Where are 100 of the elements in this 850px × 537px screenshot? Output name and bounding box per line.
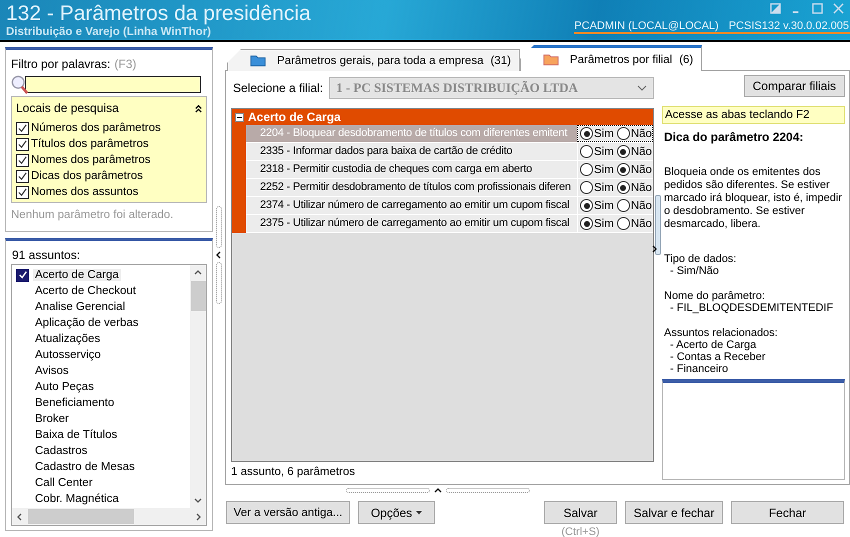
radio-button[interactable] xyxy=(616,217,630,230)
scroll-thumb[interactable] xyxy=(190,281,206,311)
version-info: PCSIS132 v.30.0.02.005 xyxy=(728,20,849,32)
subject-item[interactable]: Auto Peças xyxy=(33,381,96,393)
radio-label: Sim xyxy=(594,182,614,194)
parameter-title[interactable]: 2375 - Utilizar número de carregamento ao emitir um cupom fiscal xyxy=(246,215,577,232)
scroll-thumb[interactable] xyxy=(28,509,134,524)
radio-label: Não xyxy=(630,164,652,176)
status-text: Nenhum parâmetro foi alterado. xyxy=(11,209,174,221)
checkbox-label: Nomes dos parâmetros xyxy=(31,154,151,166)
compare-branches-button[interactable]: Comparar filiais xyxy=(744,75,845,97)
radio-button[interactable] xyxy=(580,199,593,212)
checkbox-label: Títulos dos parâmetros xyxy=(31,138,149,150)
parameter-title[interactable]: 2318 - Permitir custodia de cheques com carga em aberto xyxy=(246,161,577,178)
radio-button[interactable] xyxy=(616,145,630,158)
subject-item[interactable]: Baixa de Títulos xyxy=(33,429,120,441)
radio-button[interactable] xyxy=(580,163,593,176)
hint-banner: Acesse as abas teclando F2 xyxy=(662,106,845,124)
save-and-close-button[interactable]: Salvar e fechar xyxy=(625,501,723,524)
splitter-handle[interactable] xyxy=(346,488,430,492)
checkbox[interactable] xyxy=(16,122,29,134)
shortcut-hint: (F3) xyxy=(114,57,136,71)
radio-label: Não xyxy=(630,182,652,194)
shortcut-hint: (Ctrl+S) xyxy=(561,526,600,537)
radio-button[interactable] xyxy=(616,199,630,212)
parameter-title[interactable]: 2335 - Informar dados para baixa de cartão de crédito xyxy=(246,143,577,160)
status-text: 1 assunto, 6 parâmetros xyxy=(231,466,356,480)
subject-item[interactable]: Cobr. Magnética xyxy=(33,493,121,505)
subject-item[interactable]: Autosserviço xyxy=(33,349,103,361)
subject-item[interactable]: Beneficiamento xyxy=(33,397,116,409)
parameter-name-label: Nome do parâmetro: xyxy=(664,290,766,302)
tab[interactable]: Parâmetros por filial (6) xyxy=(520,45,702,71)
splitter-handle[interactable] xyxy=(216,206,222,248)
radio-button[interactable] xyxy=(580,181,593,194)
filter-label: Filtro por palavras: xyxy=(11,57,110,71)
horizontal-scrollbar[interactable] xyxy=(12,508,206,525)
radio-label: Sim xyxy=(594,200,614,212)
window-title: 132 - Parâmetros da presidência xyxy=(6,2,311,26)
checkbox[interactable] xyxy=(16,170,29,182)
checkbox[interactable] xyxy=(16,186,29,198)
collapse-left-icon[interactable] xyxy=(216,250,222,258)
dropdown-caret-icon[interactable] xyxy=(637,85,647,91)
check-icon[interactable] xyxy=(16,268,29,282)
checkbox-label: Números dos parâmetros xyxy=(31,122,161,134)
close-button[interactable]: Fechar xyxy=(731,501,844,524)
radio-button[interactable] xyxy=(616,181,630,194)
checkbox[interactable] xyxy=(16,154,29,166)
splitter-handle[interactable] xyxy=(446,488,530,492)
checkbox-label: Nomes dos assuntos xyxy=(31,186,138,198)
radio-label: Sim xyxy=(594,146,614,158)
subjects-count: 91 assuntos: xyxy=(12,248,82,262)
checkbox[interactable] xyxy=(16,138,29,150)
collapse-icon[interactable] xyxy=(235,112,244,122)
radio-button[interactable] xyxy=(580,145,593,158)
save-button[interactable]: Salvar xyxy=(544,501,617,524)
parameter-title[interactable]: 2374 - Utilizar número de carregamento ao emitir um cupom fiscal xyxy=(246,197,577,214)
data-type-value: - Sim/Não xyxy=(669,265,720,277)
subject-item[interactable]: Acerto de Carga xyxy=(33,269,121,281)
radio-button[interactable] xyxy=(580,217,593,230)
collapse-icon[interactable] xyxy=(194,104,203,112)
options-button[interactable]: Opções xyxy=(358,501,435,524)
radio-label: Sim xyxy=(594,128,614,140)
subject-item[interactable]: Aplicação de verbas xyxy=(33,317,141,329)
radio-label: Sim xyxy=(594,164,614,176)
tab[interactable]: Parâmetros gerais, para toda a empresa (31) xyxy=(227,49,520,71)
tip-title: Dica do parâmetro 2204: xyxy=(664,130,804,144)
search-icon xyxy=(11,74,29,96)
caret-icon xyxy=(416,510,422,514)
radio-button[interactable] xyxy=(580,127,593,140)
radio-label: Não xyxy=(630,146,652,158)
related-subject: - Acerto de Carga xyxy=(669,339,758,351)
folder-icon xyxy=(250,54,266,67)
subject-item[interactable]: Call Center xyxy=(33,477,95,489)
folder-icon xyxy=(542,53,559,66)
vertical-scrollbar[interactable] xyxy=(190,265,206,508)
related-subject: - Financeiro xyxy=(669,363,730,375)
group-header[interactable]: Acerto de Carga xyxy=(232,109,653,125)
splitter-handle[interactable] xyxy=(655,195,661,255)
subject-item[interactable]: Atualizações xyxy=(33,333,102,345)
related-subject: - Contas a Receber xyxy=(669,351,766,363)
radio-button[interactable] xyxy=(616,127,630,140)
subject-item[interactable]: Analise Gerencial xyxy=(33,301,128,313)
parameter-title[interactable]: 2252 - Permitir desdobramento de títulos com profissionais diferen xyxy=(246,179,577,196)
parameter-name-value: - FIL_BLOQDESDEMITENTEDIF xyxy=(669,302,834,314)
subject-item[interactable]: Avisos xyxy=(33,365,71,377)
data-type-label: Tipo de dados: xyxy=(664,253,738,265)
expand-right-icon[interactable] xyxy=(651,245,657,253)
radio-label: Sim xyxy=(594,218,614,230)
subject-item[interactable]: Broker xyxy=(33,413,71,425)
radio-label: Não xyxy=(630,218,652,230)
subject-item[interactable]: Acerto de Checkout xyxy=(33,285,138,297)
old-version-button[interactable]: Ver a versão antiga... xyxy=(226,501,350,524)
window-subtitle: Distribuição e Varejo (Linha WinThor) xyxy=(6,26,212,38)
radio-button[interactable] xyxy=(616,163,630,176)
checkbox-label: Dicas dos parâmetros xyxy=(31,170,143,182)
subject-item[interactable]: Cadastro de Mesas xyxy=(33,461,137,473)
search-field[interactable] xyxy=(25,76,201,93)
splitter-handle[interactable] xyxy=(216,262,222,304)
collapse-up-icon[interactable] xyxy=(434,487,442,493)
subject-item[interactable]: Cadastros xyxy=(33,445,90,457)
